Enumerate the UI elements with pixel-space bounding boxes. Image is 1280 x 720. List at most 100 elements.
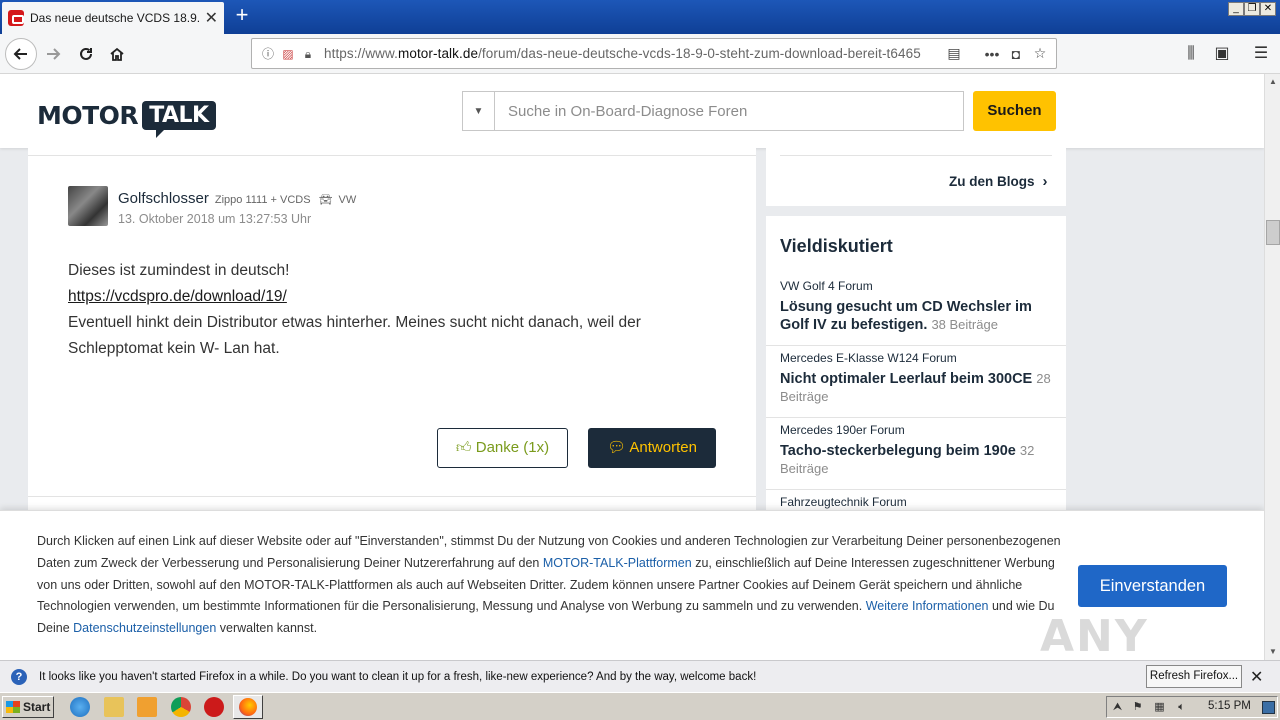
firefox-taskbar-button[interactable] — [233, 695, 263, 719]
caret-down-icon: ▼ — [473, 105, 484, 117]
show-desktop-icon[interactable] — [1262, 701, 1275, 714]
firefox-icon — [239, 698, 257, 716]
author-signature: Zippo 1111 + VCDS — [214, 194, 311, 206]
pocket-icon[interactable]: ◘ — [1004, 46, 1028, 62]
home-button[interactable] — [102, 39, 132, 69]
post-text-line: Dieses ist zumindest in deutsch! — [68, 262, 290, 279]
reply-count: 38 Beiträge — [931, 317, 998, 332]
vertical-scrollbar[interactable]: ▲ ▼ — [1264, 74, 1280, 660]
close-notification-icon[interactable]: ✕ — [1250, 667, 1263, 687]
motortalk-logo[interactable]: MOTOR TALK — [37, 95, 216, 138]
question-icon: ? — [11, 668, 27, 685]
logo-talk-text: TALK — [142, 100, 216, 138]
search-scope-dropdown[interactable]: ▼ — [463, 92, 495, 130]
flag-icon[interactable]: ⚑ — [1131, 701, 1144, 714]
new-tab-button[interactable]: + — [231, 4, 253, 28]
more-info-link[interactable]: Weitere Informationen — [866, 599, 989, 613]
ie-icon[interactable] — [70, 697, 90, 717]
search-button[interactable]: Suchen — [973, 91, 1056, 131]
forum-name[interactable]: Fahrzeugtechnik Forum — [780, 495, 1052, 509]
start-button[interactable]: Start — [2, 696, 54, 718]
arrow-right-icon — [47, 48, 61, 60]
search-box: ▼ — [462, 91, 964, 131]
volume-icon[interactable]: 🔈︎ — [1175, 701, 1188, 714]
reload-button[interactable] — [71, 39, 101, 69]
speech-bubble-icon: 💬︎ — [607, 439, 630, 456]
divider — [780, 155, 1052, 156]
reader-view-icon[interactable]: ▤ — [942, 45, 966, 62]
site-header: MOTOR TALK ▼ Suchen — [0, 74, 1264, 148]
browser-tab-strip: Das neue deutsche VCDS 18.9.0 s ✕ + _ ❐ … — [0, 0, 1280, 34]
accept-cookies-button[interactable]: Einverstanden — [1078, 565, 1227, 607]
bookmark-star-icon[interactable]: ☆ — [1028, 45, 1052, 62]
media-player-icon[interactable] — [137, 697, 157, 717]
tab-title: Das neue deutsche VCDS 18.9.0 s — [30, 11, 199, 25]
system-tray: ⮝ ⚑ ▦ 🔈︎ 5:15 PM — [1106, 696, 1278, 718]
browser-tab[interactable]: Das neue deutsche VCDS 18.9.0 s ✕ — [2, 2, 224, 34]
url-text[interactable]: https://www.motor-talk.de/forum/das-neue… — [324, 46, 942, 61]
chrome-icon[interactable] — [171, 697, 191, 717]
minimize-window-icon[interactable]: _ — [1228, 2, 1244, 16]
library-icon[interactable]: ⫼ — [1181, 44, 1201, 64]
author-name[interactable]: Golfschlosser — [118, 190, 209, 207]
forum-name[interactable]: VW Golf 4 Forum — [780, 279, 1052, 293]
clock[interactable]: 5:15 PM — [1208, 700, 1251, 712]
anyrun-watermark: ANY RUN — [1040, 611, 1149, 660]
restore-window-icon[interactable]: ❐ — [1244, 2, 1260, 16]
list-item[interactable]: Mercedes E-Klasse W124 Forum Nicht optim… — [766, 346, 1066, 418]
cookie-text: Durch Klicken auf einen Link auf dieser … — [37, 534, 1061, 636]
privacy-settings-link[interactable]: Datenschutzeinstellungen — [73, 621, 216, 635]
web-page: MOTOR TALK ▼ Suchen Golfschlosser Zippo … — [0, 74, 1264, 660]
platforms-link[interactable]: MOTOR-TALK-Plattformen — [543, 556, 692, 570]
close-window-icon[interactable]: ✕ — [1260, 2, 1276, 16]
tray-expand-icon[interactable]: ⮝ — [1111, 701, 1124, 714]
back-button[interactable] — [5, 38, 37, 70]
arrow-left-icon — [13, 48, 27, 60]
tab-close-icon[interactable]: ✕ — [205, 8, 218, 28]
scroll-thumb[interactable] — [1266, 220, 1280, 245]
site-favicon-icon — [8, 10, 24, 26]
forum-name[interactable]: Mercedes 190er Forum — [780, 423, 1052, 437]
browser-navbar: ⓘ ▨ 🔒︎ https://www.motor-talk.de/forum/d… — [0, 34, 1280, 74]
scroll-up-arrow-icon[interactable]: ▲ — [1265, 74, 1280, 90]
address-bar[interactable]: ⓘ ▨ 🔒︎ https://www.motor-talk.de/forum/d… — [251, 38, 1057, 69]
network-icon[interactable]: ▦ — [1153, 701, 1166, 714]
car-icon: 🚘︎ — [318, 194, 333, 206]
thanks-button[interactable]: 👍︎ Danke (1x) — [437, 428, 568, 468]
menu-icon[interactable]: ☰ — [1251, 44, 1271, 64]
page-actions-icon[interactable]: ••• — [980, 46, 1004, 62]
topic-title[interactable]: Nicht optimaler Leerlauf beim 300CE 28 Be… — [780, 370, 1052, 406]
list-item[interactable]: VW Golf 4 Forum Lösung gesucht um CD Wec… — [766, 274, 1066, 346]
post-link[interactable]: https://vcdspro.de/download/19/ — [68, 288, 287, 305]
avatar[interactable] — [68, 186, 108, 226]
author-car-brand: VW — [338, 194, 357, 206]
opera-icon[interactable] — [204, 697, 224, 717]
info-icon[interactable]: ⓘ — [260, 46, 276, 62]
sidebar-icon[interactable]: ▣ — [1212, 44, 1232, 64]
scroll-down-arrow-icon[interactable]: ▼ — [1265, 644, 1280, 660]
topic-title[interactable]: Lösung gesucht um CD Wechsler im Golf IV… — [780, 298, 1052, 334]
search-input[interactable] — [495, 92, 963, 130]
notification-text: It looks like you haven't started Firefo… — [39, 670, 757, 683]
thumbs-up-icon: 👍︎ — [455, 439, 476, 456]
reload-icon — [80, 47, 92, 60]
explorer-icon[interactable] — [104, 697, 124, 717]
blogs-link[interactable]: Zu den Blogs › — [949, 173, 1048, 190]
windows-logo-icon — [6, 701, 20, 713]
cookie-banner: Durch Klicken auf einen Link auf dieser … — [0, 510, 1264, 660]
post-author: Golfschlosser Zippo 1111 + VCDS 🚘︎ VW — [118, 190, 356, 207]
firefox-notification-bar: ? It looks like you haven't started Fire… — [0, 660, 1280, 692]
windows-taskbar: Start ⮝ ⚑ ▦ 🔈︎ 5:15 PM — [0, 692, 1280, 720]
reply-button[interactable]: 💬︎ Antworten — [588, 428, 716, 468]
vieldiskutiert-box: Vieldiskutiert VW Golf 4 Forum Lösung ge… — [766, 216, 1066, 516]
list-item[interactable]: Mercedes 190er Forum Tacho-steckerbelegu… — [766, 418, 1066, 490]
lock-warning-icon[interactable]: 🔒︎ — [300, 46, 316, 62]
topic-title[interactable]: Tacho-steckerbelegung beim 190e 32 Beiträ… — [780, 442, 1052, 478]
post-top-divider — [28, 148, 756, 156]
forward-button[interactable] — [38, 39, 68, 69]
post-body: Dieses ist zumindest in deutsch! https:/… — [68, 258, 708, 362]
refresh-firefox-button[interactable]: Refresh Firefox... — [1146, 665, 1242, 688]
vieldiskutiert-title: Vieldiskutiert — [780, 236, 893, 256]
blocked-content-icon[interactable]: ▨ — [280, 46, 296, 62]
forum-name[interactable]: Mercedes E-Klasse W124 Forum — [780, 351, 1052, 365]
